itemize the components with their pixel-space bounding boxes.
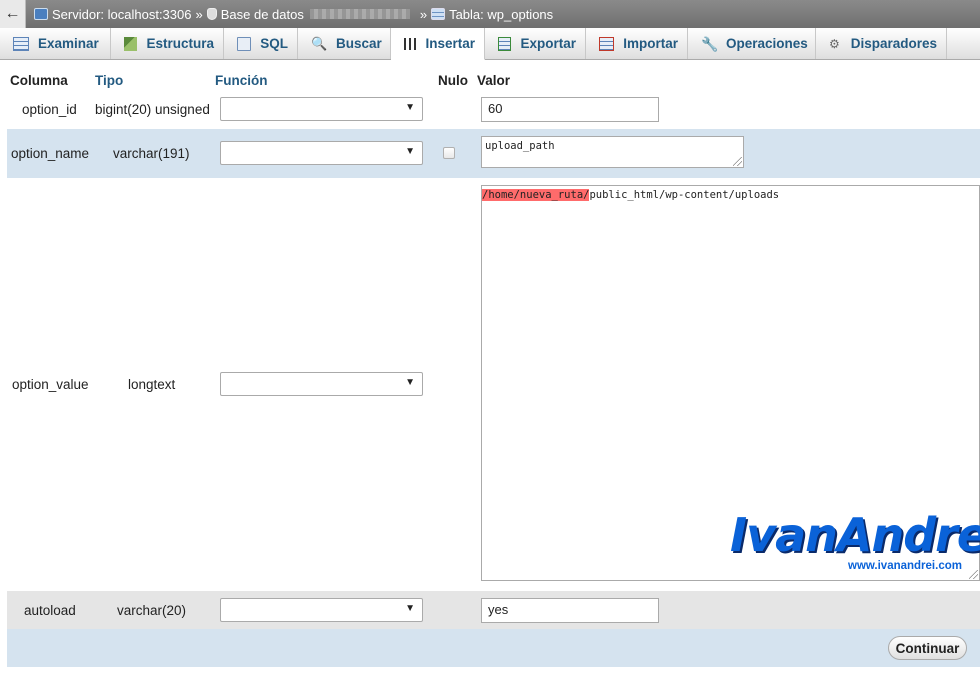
column-name: option_value [12, 377, 89, 392]
table-row: autoload varchar(20) ▼ yes [7, 591, 980, 629]
breadcrumb-table-label: Tabla: wp_options [449, 6, 554, 22]
tab-label: Disparadores [850, 36, 937, 51]
tab-label: Operaciones [726, 36, 808, 51]
tab-label: Buscar [336, 36, 382, 51]
insert-icon [404, 37, 417, 50]
blurred-database-name [309, 9, 410, 19]
database-icon [206, 8, 217, 20]
function-select[interactable]: ▼ [220, 598, 423, 622]
tab-label: Estructura [146, 36, 214, 51]
form-footer [7, 629, 980, 667]
column-type: varchar(20) [117, 603, 187, 618]
tab-examinar[interactable]: Examinar [0, 28, 111, 59]
null-checkbox[interactable] [443, 147, 455, 159]
tab-label: Exportar [520, 36, 576, 51]
tab-buscar[interactable]: 🔍 Buscar [298, 28, 391, 59]
table-header: Columna Tipo Función Nulo Valor [0, 70, 980, 90]
table-row: option_id bigint(20) unsigned ▼ 60 [7, 90, 980, 128]
tab-insertar[interactable]: Insertar [391, 28, 485, 60]
tab-label: Insertar [425, 36, 475, 51]
header-funcion[interactable]: Función [215, 73, 268, 88]
header-valor: Valor [477, 73, 511, 88]
chevron-down-icon: ▼ [405, 603, 415, 614]
chevron-down-icon: ▼ [405, 102, 415, 113]
column-name: autoload [24, 603, 76, 618]
function-select[interactable]: ▼ [220, 372, 423, 396]
highlighted-path: /home/nueva_ruta/ [482, 189, 590, 201]
tab-operaciones[interactable]: 🔧 Operaciones [688, 28, 816, 59]
table-icon [431, 8, 446, 20]
tab-label: Examinar [38, 36, 99, 51]
watermark-url: www.ivanandrei.com [848, 560, 962, 572]
column-name: option_name [11, 146, 90, 161]
back-arrow-icon[interactable]: ← [0, 0, 26, 28]
header-columna: Columna [10, 73, 68, 88]
tab-sql[interactable]: SQL [224, 28, 298, 59]
chevron-down-icon: ▼ [405, 146, 415, 157]
resize-handle-icon[interactable] [969, 570, 978, 579]
structure-icon [124, 36, 138, 51]
breadcrumb-server-label: Servidor: localhost:3306 [52, 6, 192, 22]
header-tipo[interactable]: Tipo [95, 73, 123, 88]
column-type: longtext [128, 377, 176, 392]
breadcrumb-server[interactable]: Servidor: localhost:3306 [34, 7, 191, 22]
watermark-logo: IvanAndrei [730, 508, 980, 562]
search-icon: 🔍 [311, 35, 328, 51]
column-name: option_id [22, 102, 77, 117]
function-select[interactable]: ▼ [220, 97, 423, 121]
breadcrumb-database-label: Base de datos [220, 6, 304, 22]
value-text: upload_path [485, 140, 555, 152]
tab-bar: Examinar Estructura SQL 🔍 Buscar Inserta… [0, 28, 980, 60]
wrench-icon: 🔧 [701, 35, 719, 52]
header-nulo: Nulo [438, 73, 468, 88]
tab-label: SQL [260, 36, 288, 51]
value-text: public_html/wp-content/uploads [589, 189, 780, 201]
tab-label: Importar [623, 36, 678, 51]
browse-icon [13, 36, 29, 51]
tab-estructura[interactable]: Estructura [111, 28, 224, 59]
column-type: bigint(20) unsigned [95, 102, 210, 117]
tab-importar[interactable]: Importar [586, 28, 688, 59]
tab-exportar[interactable]: Exportar [485, 28, 586, 59]
value-textarea[interactable]: upload_path [481, 136, 744, 168]
breadcrumb: Servidor: localhost:3306 » Base de datos… [34, 7, 553, 22]
continue-button[interactable]: Continuar [888, 636, 967, 660]
import-icon [599, 36, 615, 51]
resize-handle-icon[interactable] [733, 157, 742, 166]
export-icon [498, 36, 512, 51]
column-type: varchar(191) [113, 146, 190, 161]
function-select[interactable]: ▼ [220, 141, 423, 165]
table-row: option_name varchar(191) ▼ upload_path [7, 129, 980, 178]
sql-icon [237, 36, 252, 51]
server-icon [34, 8, 48, 20]
breadcrumb-table[interactable]: Tabla: wp_options [431, 7, 553, 22]
breadcrumb-database[interactable]: Base de datos [206, 6, 416, 22]
value-input[interactable]: 60 [481, 97, 659, 122]
breadcrumb-bar: ← Servidor: localhost:3306 » Base de dat… [0, 0, 980, 28]
chevron-down-icon: ▼ [405, 377, 415, 388]
tab-disparadores[interactable]: ⚙ Disparadores [816, 28, 947, 59]
triggers-icon: ⚙ [829, 36, 840, 51]
value-input[interactable]: yes [481, 598, 659, 623]
